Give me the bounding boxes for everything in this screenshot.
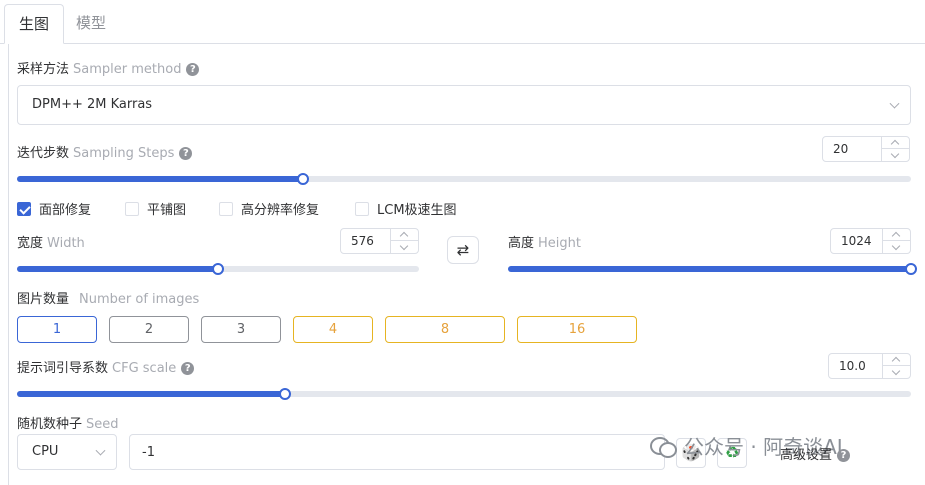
images-button-16[interactable]: 16 <box>517 316 637 343</box>
cfg-slider-fill <box>17 391 286 397</box>
chevron-down-icon <box>889 98 900 109</box>
decrement-icon[interactable] <box>883 241 910 253</box>
width-label-zh: 宽度 <box>17 236 44 251</box>
checkbox-label: 平铺图 <box>147 203 187 218</box>
images-label-en: Number of images <box>79 292 200 307</box>
height-label-en: Height <box>538 236 581 251</box>
checkbox-label: 面部修复 <box>39 203 92 218</box>
help-icon[interactable]: ? <box>179 147 193 160</box>
help-icon[interactable]: ? <box>181 362 195 375</box>
steps-value: 20 <box>833 142 849 156</box>
decrement-icon[interactable] <box>883 366 910 378</box>
steps-label-zh: 迭代步数 <box>17 146 70 161</box>
width-stepper-buttons <box>390 229 418 253</box>
width-slider[interactable] <box>17 263 419 275</box>
wechat-icon <box>650 435 677 458</box>
seed-value: -1 <box>142 445 155 460</box>
checkbox-label: LCM极速生图 <box>377 203 457 218</box>
steps-slider[interactable] <box>17 173 911 185</box>
cfg-stepper-buttons <box>882 354 910 378</box>
cfg-slider[interactable] <box>17 388 911 400</box>
checkbox-box[interactable] <box>125 201 139 216</box>
tab-generate[interactable]: 生图 <box>4 4 65 44</box>
seed-device-value: CPU <box>32 444 59 459</box>
height-slider-thumb[interactable] <box>905 263 917 275</box>
help-icon[interactable]: ? <box>186 63 200 76</box>
seed-label: 随机数种子 Seed <box>17 413 119 432</box>
help-icon[interactable]: ? <box>837 449 851 462</box>
steps-label-en: Sampling Steps <box>73 146 175 161</box>
width-value: 576 <box>351 234 374 248</box>
images-button-3[interactable]: 3 <box>201 316 281 343</box>
swap-arrows-icon: ⇄ <box>456 241 470 259</box>
cfg-stepper[interactable]: 10.0 <box>828 353 911 379</box>
sampler-label: 采样方法 Sampler method? <box>17 58 200 77</box>
width-label: 宽度 Width <box>17 232 85 251</box>
images-button-4[interactable]: 4 <box>293 316 373 343</box>
checkbox-box[interactable] <box>17 201 31 216</box>
decrement-icon[interactable] <box>882 149 909 161</box>
tab-bar: 生图 模型 <box>0 0 925 44</box>
width-label-en: Width <box>47 236 85 251</box>
sampler-select-value: DPM++ 2M Karras <box>32 97 153 112</box>
checkbox-box[interactable] <box>219 201 233 216</box>
increment-icon[interactable] <box>883 229 910 241</box>
height-label-zh: 高度 <box>508 236 535 251</box>
advanced-settings-toggle[interactable]: 高级设置? <box>780 444 851 463</box>
images-button-2[interactable]: 2 <box>109 316 189 343</box>
seed-label-zh: 随机数种子 <box>17 417 83 432</box>
width-stepper[interactable]: 576 <box>340 228 419 254</box>
chevron-down-icon <box>95 445 106 456</box>
seed-input[interactable]: -1 <box>129 434 665 470</box>
steps-stepper[interactable]: 20 <box>822 136 910 162</box>
height-label: 高度 Height <box>508 232 581 251</box>
height-value: 1024 <box>841 234 872 248</box>
seed-label-en: Seed <box>86 417 119 432</box>
images-label: 图片数量 Number of images <box>17 288 199 307</box>
sampler-select[interactable]: DPM++ 2M Karras <box>17 85 911 125</box>
cfg-label-zh: 提示词引导系数 <box>17 361 109 376</box>
lcm-checkbox[interactable]: LCM极速生图 <box>355 199 457 218</box>
checkbox-label: 高分辨率修复 <box>241 203 320 218</box>
sampler-label-en: Sampler method <box>73 62 182 77</box>
steps-label: 迭代步数 Sampling Steps? <box>17 142 193 161</box>
tab-model[interactable]: 模型 <box>62 4 120 44</box>
height-stepper[interactable]: 1024 <box>830 228 911 254</box>
width-slider-fill <box>17 266 218 272</box>
checkbox-box[interactable] <box>355 201 369 216</box>
hires-fix-checkbox[interactable]: 高分辨率修复 <box>219 199 319 218</box>
increment-icon[interactable] <box>883 354 910 366</box>
seed-device-select[interactable]: CPU <box>17 434 117 470</box>
images-button-1[interactable]: 1 <box>17 316 97 343</box>
face-restore-checkbox[interactable]: 面部修复 <box>17 199 91 218</box>
height-stepper-buttons <box>882 229 910 253</box>
images-button-8[interactable]: 8 <box>385 316 505 343</box>
steps-stepper-buttons <box>881 137 909 161</box>
steps-slider-fill <box>17 176 304 182</box>
cfg-label-en: CFG scale <box>112 361 177 376</box>
steps-slider-thumb[interactable] <box>297 173 310 185</box>
increment-icon[interactable] <box>882 137 909 149</box>
cfg-label: 提示词引导系数 CFG scale? <box>17 357 195 376</box>
sampler-label-zh: 采样方法 <box>17 62 70 77</box>
cfg-value: 10.0 <box>839 359 866 373</box>
tiling-checkbox[interactable]: 平铺图 <box>125 199 186 218</box>
decrement-icon[interactable] <box>391 241 418 253</box>
increment-icon[interactable] <box>391 229 418 241</box>
advanced-settings-label: 高级设置 <box>780 448 833 463</box>
swap-dimensions-button[interactable]: ⇄ <box>447 236 479 264</box>
height-slider-fill <box>508 266 911 272</box>
height-slider[interactable] <box>508 263 917 275</box>
images-label-zh: 图片数量 <box>17 292 70 307</box>
width-slider-thumb[interactable] <box>212 263 224 275</box>
